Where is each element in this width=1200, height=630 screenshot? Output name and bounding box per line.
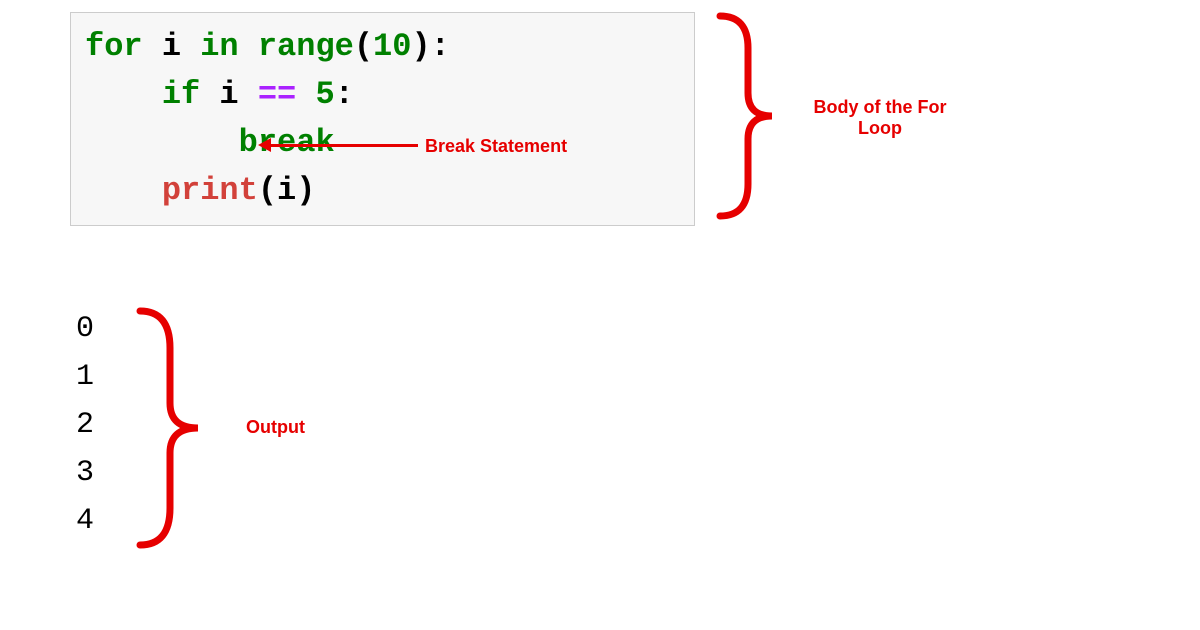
paren-open: (	[258, 172, 277, 209]
number-5: 5	[315, 76, 334, 113]
annotation-break-statement: Break Statement	[425, 136, 567, 157]
keyword-for: for	[85, 28, 143, 65]
number-10: 10	[373, 28, 411, 65]
colon: :	[335, 76, 354, 113]
keyword-if: if	[162, 76, 200, 113]
keyword-in: in	[200, 28, 238, 65]
colon: :	[431, 28, 450, 65]
brace-body-icon	[710, 8, 800, 223]
code-line-3: break	[85, 119, 680, 167]
code-line-4: print(i)	[85, 167, 680, 215]
output-line: 2	[76, 401, 94, 449]
arrow-break-line	[270, 144, 418, 147]
operator-eq: ==	[258, 76, 296, 113]
output-line: 3	[76, 449, 94, 497]
output-block: 0 1 2 3 4	[76, 305, 94, 545]
paren-close: )	[411, 28, 430, 65]
annotation-output-label: Output	[246, 417, 305, 438]
function-print: print	[162, 172, 258, 209]
code-block: for i in range(10): if i == 5: break pri…	[70, 12, 695, 226]
output-line: 0	[76, 305, 94, 353]
brace-output-icon	[128, 303, 218, 553]
annotation-body-label: Body of the For Loop	[800, 97, 960, 139]
code-line-2: if i == 5:	[85, 71, 680, 119]
variable-i: i	[219, 76, 238, 113]
keyword-break: break	[239, 124, 335, 161]
output-line: 4	[76, 497, 94, 545]
paren-open: (	[354, 28, 373, 65]
paren-close: )	[296, 172, 315, 209]
variable-i: i	[162, 28, 181, 65]
function-range: range	[258, 28, 354, 65]
code-line-1: for i in range(10):	[85, 23, 680, 71]
arrow-break-head-icon	[258, 138, 271, 152]
variable-i: i	[277, 172, 296, 209]
output-line: 1	[76, 353, 94, 401]
